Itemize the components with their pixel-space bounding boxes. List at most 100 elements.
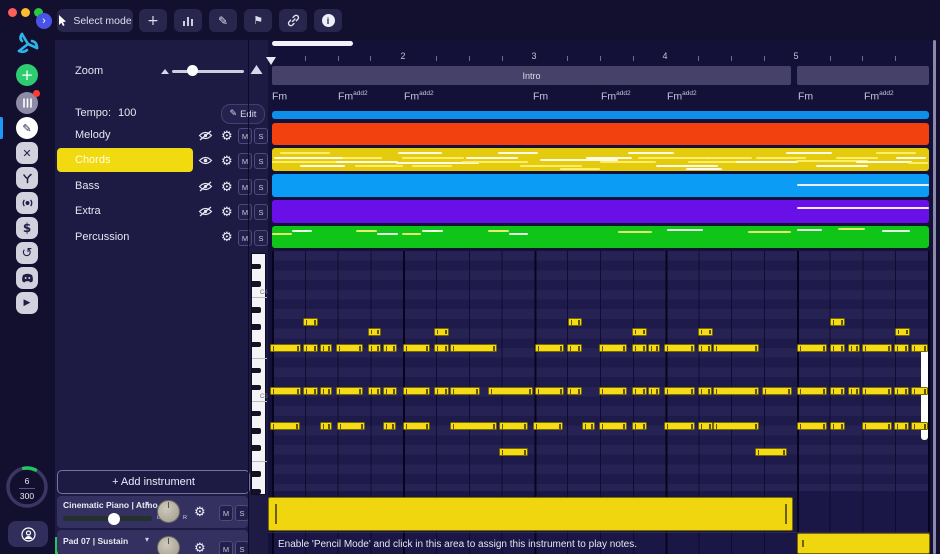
note[interactable] <box>632 422 647 430</box>
note-handle[interactable] <box>405 389 407 394</box>
note-handle[interactable] <box>864 346 866 351</box>
note-handle[interactable] <box>560 346 562 351</box>
note-handle[interactable] <box>709 424 711 429</box>
zoom-out-icon[interactable] <box>160 67 170 75</box>
note[interactable] <box>713 422 759 430</box>
chord-label[interactable]: Fmadd2 <box>667 90 697 103</box>
note[interactable] <box>895 327 910 336</box>
note-handle[interactable] <box>305 389 307 394</box>
note-handle[interactable] <box>634 389 636 394</box>
note[interactable] <box>797 344 827 352</box>
note-handle[interactable] <box>296 424 298 429</box>
solo-button[interactable]: S <box>254 153 268 169</box>
note[interactable] <box>713 344 759 352</box>
note-handle[interactable] <box>905 389 907 394</box>
note-handle[interactable] <box>788 389 790 394</box>
note[interactable] <box>911 387 928 395</box>
note-handle[interactable] <box>501 450 503 455</box>
instrument-gear-icon[interactable]: ⚙ <box>194 541 206 554</box>
note[interactable] <box>830 422 845 430</box>
volume-slider-knob[interactable] <box>108 512 120 525</box>
note[interactable] <box>270 387 301 395</box>
note-handle[interactable] <box>643 346 645 351</box>
note-handle[interactable] <box>888 389 890 394</box>
note-handle[interactable] <box>623 346 625 351</box>
solo-button[interactable]: S <box>254 179 268 195</box>
note[interactable] <box>911 344 928 352</box>
playhead-marker[interactable] <box>266 57 276 65</box>
note-handle[interactable] <box>426 424 428 429</box>
black-key[interactable] <box>252 263 261 270</box>
track-name-chords[interactable]: Chords <box>75 154 110 166</box>
note[interactable] <box>848 387 860 395</box>
note-handle[interactable] <box>856 346 858 351</box>
note-handle[interactable] <box>755 424 757 429</box>
note[interactable] <box>450 344 497 352</box>
add-instrument-button[interactable]: + Add instrument <box>57 470 250 494</box>
note[interactable] <box>894 387 909 395</box>
note[interactable] <box>664 422 695 430</box>
note-handle[interactable] <box>832 320 834 325</box>
note-handle[interactable] <box>524 424 526 429</box>
note-handle[interactable] <box>634 329 636 334</box>
note-handle[interactable] <box>856 389 858 394</box>
note-handle[interactable] <box>650 346 652 351</box>
lane-melody[interactable] <box>272 123 929 145</box>
note-handle[interactable] <box>757 450 759 455</box>
note-handle[interactable] <box>578 346 580 351</box>
note-handle[interactable] <box>490 389 492 394</box>
note-handle[interactable] <box>823 424 825 429</box>
zoom-slider-knob[interactable] <box>187 65 198 76</box>
note[interactable] <box>632 327 647 336</box>
track-name-extra[interactable]: Extra <box>75 205 101 217</box>
note[interactable] <box>713 387 759 395</box>
note-handle[interactable] <box>832 389 834 394</box>
chord-label[interactable]: Fmadd2 <box>338 90 368 103</box>
note-handle[interactable] <box>537 389 539 394</box>
note-handle[interactable] <box>601 389 603 394</box>
note-handle[interactable] <box>643 424 645 429</box>
black-key[interactable] <box>252 341 261 348</box>
piano-keys-column[interactable]: C4 C3 <box>251 253 268 495</box>
note-handle[interactable] <box>393 389 395 394</box>
note-handle[interactable] <box>924 346 926 351</box>
note-handle[interactable] <box>578 320 580 325</box>
note[interactable] <box>698 327 713 336</box>
note-handle[interactable] <box>913 389 915 394</box>
select-mode-button[interactable]: Select mode <box>57 9 133 32</box>
chord-label[interactable]: Fm <box>272 90 287 103</box>
note[interactable] <box>830 344 845 352</box>
note[interactable] <box>270 422 300 430</box>
rail-add-button[interactable]: + <box>16 64 38 86</box>
note[interactable] <box>862 422 892 430</box>
note[interactable] <box>894 422 909 430</box>
note[interactable] <box>632 344 647 352</box>
note-handle[interactable] <box>623 389 625 394</box>
note-handle[interactable] <box>445 329 447 334</box>
note[interactable] <box>434 344 449 352</box>
note-handle[interactable] <box>799 346 801 351</box>
note[interactable] <box>664 387 695 395</box>
rail-mixer-button[interactable] <box>16 90 40 114</box>
chord-label[interactable]: Fmadd2 <box>864 90 894 103</box>
note[interactable] <box>403 422 430 430</box>
vertical-scrollbar-track[interactable] <box>933 40 936 554</box>
note-handle[interactable] <box>559 424 561 429</box>
mute-button[interactable]: M <box>238 230 252 246</box>
note-handle[interactable] <box>906 329 908 334</box>
black-key[interactable] <box>252 410 261 417</box>
note[interactable] <box>320 422 332 430</box>
instrument-gear-icon[interactable]: ⚙ <box>194 505 206 520</box>
note-handle[interactable] <box>452 389 454 394</box>
note-handle[interactable] <box>297 389 299 394</box>
black-key[interactable] <box>252 307 261 313</box>
note-handle[interactable] <box>560 389 562 394</box>
note-handle[interactable] <box>650 389 652 394</box>
note-handle[interactable] <box>841 424 843 429</box>
note-handle[interactable] <box>905 346 907 351</box>
note-handle[interactable] <box>314 320 316 325</box>
note[interactable] <box>698 422 713 430</box>
note[interactable] <box>911 422 928 430</box>
note[interactable] <box>383 387 397 395</box>
rail-tutorial-button[interactable]: ▶ <box>16 292 38 314</box>
